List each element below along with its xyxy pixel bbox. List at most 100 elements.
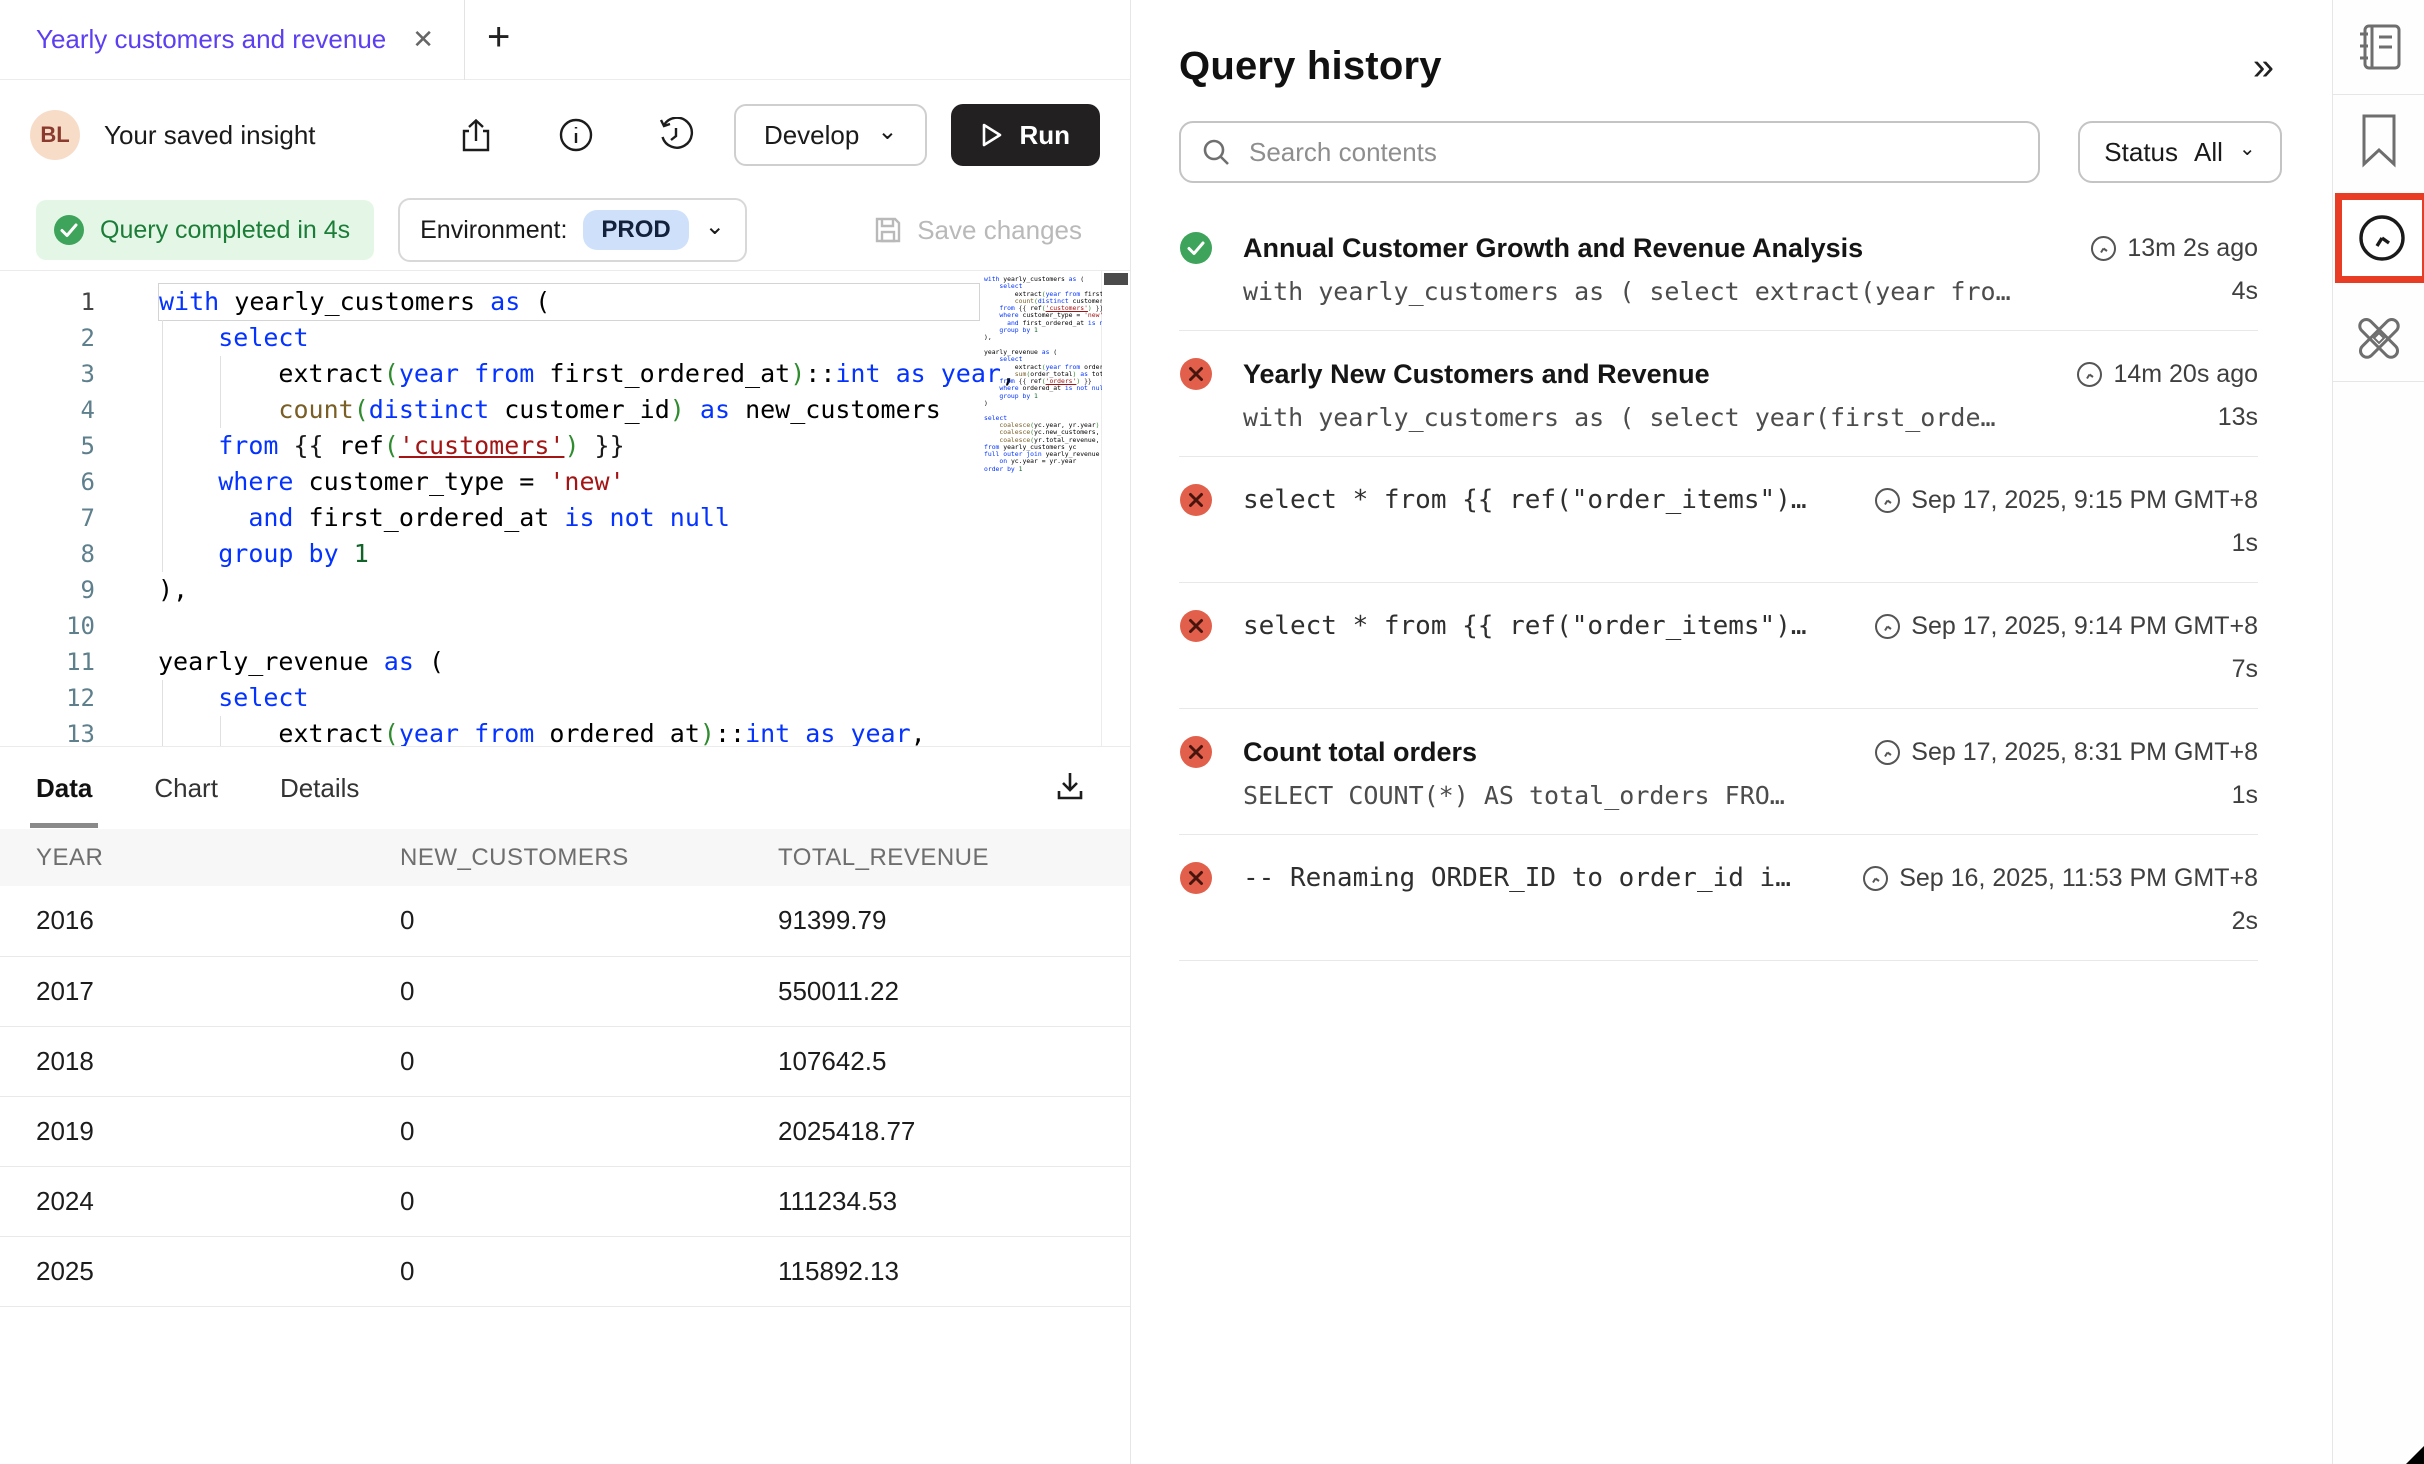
query-history-item[interactable]: Count total orders Sep 17, 2025, 8:31 PM … bbox=[1179, 709, 2258, 835]
code-line-content[interactable]: group by 1 bbox=[158, 536, 980, 572]
code-line-content[interactable]: and first_ordered_at is not null bbox=[158, 500, 980, 536]
search-box[interactable] bbox=[1179, 121, 2040, 183]
catalog-notebook-icon[interactable] bbox=[2353, 20, 2405, 77]
code-line-content[interactable]: extract(year from first_ordered_at)::int… bbox=[158, 356, 1016, 392]
indent-guide bbox=[162, 392, 163, 428]
query-history-item[interactable]: Yearly New Customers and Revenue14m 20s … bbox=[1179, 331, 2258, 457]
sql-editor[interactable]: 1with yearly_customers as (2 select3 ext… bbox=[0, 270, 1130, 746]
code-line[interactable]: 6 where customer_type = 'new' bbox=[0, 464, 1130, 500]
table-row[interactable]: 20170550011.22 bbox=[0, 956, 1130, 1026]
minimap-line: order by 1 bbox=[984, 466, 1102, 473]
collapse-panel-icon[interactable]: » bbox=[2253, 48, 2274, 86]
table-cell: 2024 bbox=[0, 1166, 364, 1236]
insight-title: Your saved insight bbox=[104, 120, 316, 151]
code-area[interactable]: 1with yearly_customers as (2 select3 ext… bbox=[0, 284, 1130, 746]
table-row[interactable]: 201902025418.77 bbox=[0, 1096, 1130, 1166]
scrollbar-thumb[interactable] bbox=[1104, 273, 1128, 285]
code-line-content[interactable]: ), bbox=[158, 572, 980, 608]
history-item-row: select * from {{ ref("order_items")…Sep … bbox=[1179, 609, 2258, 643]
code-token: year bbox=[850, 719, 910, 746]
query-history-item[interactable]: Annual Customer Growth and Revenue Analy… bbox=[1179, 205, 2258, 331]
environment-selector[interactable]: Environment: PROD ⌄ bbox=[398, 198, 747, 262]
search-input[interactable] bbox=[1249, 137, 2018, 168]
new-tab-button[interactable]: + bbox=[465, 17, 510, 63]
lineage-icon[interactable] bbox=[2351, 310, 2407, 371]
code-line[interactable]: 9), bbox=[0, 572, 1130, 608]
history-item-title: Count total orders bbox=[1243, 737, 1874, 768]
code-line[interactable]: 2 select bbox=[0, 320, 1130, 356]
code-line-content[interactable]: from {{ ref('customers') }} bbox=[158, 428, 980, 464]
code-line-content[interactable]: select bbox=[158, 680, 980, 716]
table-cell: 107642.5 bbox=[742, 1026, 1130, 1096]
code-line[interactable]: 12 select bbox=[0, 680, 1130, 716]
table-row[interactable]: 20250115892.13 bbox=[0, 1236, 1130, 1306]
query-history-icon-active[interactable] bbox=[2335, 193, 2424, 283]
timestamp-text: Sep 17, 2025, 8:31 PM GMT+8 bbox=[1911, 738, 2258, 767]
query-history-item[interactable]: select * from {{ ref("order_items")…Sep … bbox=[1179, 583, 2258, 709]
code-token: is not null bbox=[564, 503, 730, 532]
query-history-item[interactable]: select * from {{ ref("order_items")…Sep … bbox=[1179, 457, 2258, 583]
history-item-row: select * from {{ ref("order_items")…Sep … bbox=[1179, 483, 2258, 517]
tab-chart[interactable]: Chart bbox=[154, 747, 218, 830]
column-header[interactable]: TOTAL_REVENUE bbox=[742, 829, 1130, 886]
minimap-token: 1 bbox=[1034, 392, 1038, 400]
code-line-content[interactable]: yearly_revenue as ( bbox=[158, 644, 980, 680]
app-root: Yearly customers and revenue ✕ + BL Your… bbox=[0, 0, 2424, 1464]
minimap-token: , bbox=[1096, 436, 1102, 444]
code-token: first_ordered_at bbox=[309, 503, 565, 532]
table-cell: 2025418.77 bbox=[742, 1096, 1130, 1166]
code-line[interactable]: 3 extract(year from first_ordered_at)::i… bbox=[0, 356, 1130, 392]
table-row[interactable]: 20180107642.5 bbox=[0, 1026, 1130, 1096]
code-line-content[interactable]: with yearly_customers as ( bbox=[158, 283, 980, 321]
status-icon bbox=[1179, 231, 1213, 265]
tab-yearly-customers-and-revenue[interactable]: Yearly customers and revenue ✕ bbox=[0, 0, 464, 79]
column-header[interactable]: NEW_CUSTOMERS bbox=[364, 829, 742, 886]
line-number: 13 bbox=[0, 716, 95, 746]
code-line-content[interactable]: where customer_type = 'new' bbox=[158, 464, 980, 500]
code-line-content[interactable] bbox=[158, 608, 980, 644]
share-icon[interactable] bbox=[458, 117, 494, 153]
status-filter-dropdown[interactable]: Status All ⌄ bbox=[2078, 121, 2282, 183]
table-cell: 2018 bbox=[0, 1026, 364, 1096]
editor-minimap[interactable]: with yearly_customers as ( select extrac… bbox=[984, 276, 1102, 716]
code-line[interactable]: 13 extract(year from ordered_at)::int as… bbox=[0, 716, 1130, 746]
tab-close-icon[interactable]: ✕ bbox=[412, 24, 434, 55]
table-row[interactable]: 20240111234.53 bbox=[0, 1166, 1130, 1236]
code-line-content[interactable]: count(distinct customer_id) as new_custo… bbox=[158, 392, 980, 428]
code-token: where bbox=[218, 467, 308, 496]
save-changes-button[interactable]: Save changes bbox=[873, 215, 1082, 246]
query-history-item[interactable]: -- Renaming ORDER_ID to order_id i…Sep 1… bbox=[1179, 835, 2258, 961]
avatar[interactable]: BL bbox=[30, 110, 80, 160]
code-line[interactable]: 11 yearly_revenue as ( bbox=[0, 644, 1130, 680]
download-icon[interactable] bbox=[1054, 769, 1086, 808]
code-line[interactable]: 10 bbox=[0, 608, 1130, 644]
column-header[interactable]: YEAR bbox=[0, 829, 364, 886]
line-number: 11 bbox=[0, 644, 95, 680]
code-token: from bbox=[218, 431, 293, 460]
tab-details[interactable]: Details bbox=[280, 747, 359, 830]
history-item-duration: 1s bbox=[2232, 529, 2258, 558]
clock-icon bbox=[1874, 613, 1901, 640]
code-line-content[interactable]: select bbox=[158, 320, 980, 356]
bookmark-icon[interactable] bbox=[2356, 112, 2402, 173]
code-line[interactable]: 5 from {{ ref('customers') }} bbox=[0, 428, 1130, 464]
query-history-list: Annual Customer Growth and Revenue Analy… bbox=[1179, 205, 2332, 961]
version-history-icon[interactable] bbox=[658, 117, 694, 153]
run-button[interactable]: Run bbox=[951, 104, 1100, 166]
tab-data[interactable]: Data bbox=[36, 747, 92, 830]
clock-icon bbox=[1874, 487, 1901, 514]
code-line-content[interactable]: extract(year from ordered_at)::int as ye… bbox=[158, 716, 980, 746]
code-token: from bbox=[474, 719, 549, 746]
develop-button[interactable]: Develop ⌄ bbox=[734, 104, 928, 166]
code-line[interactable]: 7 and first_ordered_at is not null bbox=[0, 500, 1130, 536]
code-token: yearly_customers bbox=[234, 287, 490, 316]
table-row[interactable]: 2016091399.79 bbox=[0, 886, 1130, 956]
info-icon[interactable] bbox=[558, 117, 594, 153]
code-line[interactable]: 4 count(distinct customer_id) as new_cus… bbox=[0, 392, 1130, 428]
code-line[interactable]: 1with yearly_customers as ( bbox=[0, 284, 1130, 320]
code-token: select bbox=[218, 323, 308, 352]
page-title: Query history bbox=[1179, 44, 1442, 89]
code-line[interactable]: 8 group by 1 bbox=[0, 536, 1130, 572]
code-token: as bbox=[805, 719, 850, 746]
history-item-title: Annual Customer Growth and Revenue Analy… bbox=[1243, 233, 2090, 264]
